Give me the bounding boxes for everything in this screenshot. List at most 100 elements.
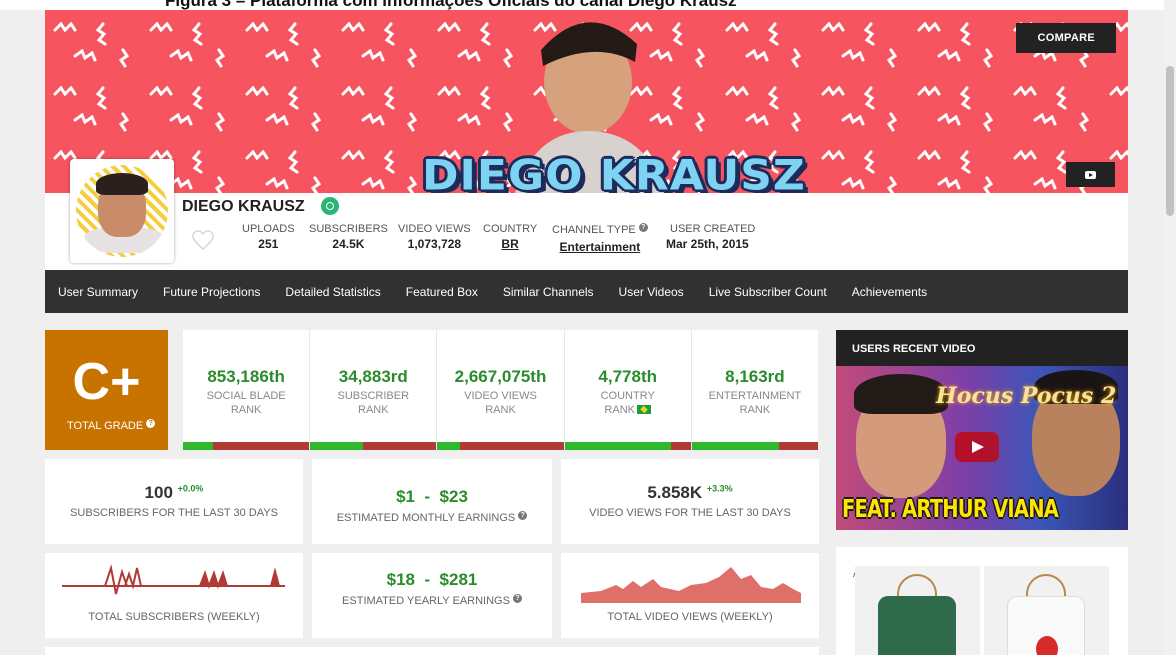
help-icon[interactable]: ? xyxy=(512,594,522,603)
rank-bar xyxy=(183,442,310,450)
stat-label: CHANNEL TYPE? xyxy=(552,223,648,236)
rank-value: 853,186th xyxy=(207,367,285,386)
play-icon[interactable] xyxy=(955,432,999,462)
recent-video-panel: USERS RECENT VIDEO Hocus Pocus 2 FEAT. A… xyxy=(836,330,1128,530)
stat-label: VIDEO VIEWS xyxy=(398,223,471,235)
grade-label: TOTAL GRADE? xyxy=(67,419,156,432)
views-30-days-card: 5.858K +3.3% VIDEO VIEWS FOR THE LAST 30… xyxy=(561,459,819,544)
rank-subscriber: 34,883rd SUBSCRIBER RANK xyxy=(310,330,438,450)
rank-label: RANK xyxy=(604,404,635,416)
subs-30-number: 100 xyxy=(144,483,173,502)
favorite-heart-icon[interactable] xyxy=(191,229,215,251)
help-icon[interactable]: ? xyxy=(638,223,648,232)
recent-video-header: USERS RECENT VIDEO xyxy=(852,343,976,355)
rank-label: RANK xyxy=(230,404,262,416)
rank-bar xyxy=(691,442,819,450)
help-icon[interactable]: ? xyxy=(146,419,156,428)
views-30-number: 5.858K xyxy=(647,483,703,502)
rank-bar xyxy=(437,442,564,450)
monthly-earnings-value: $1 - $23 xyxy=(396,487,468,506)
nav-featured-box[interactable]: Featured Box xyxy=(406,285,478,299)
rank-video-views: 2,667,075th VIDEO VIEWS RANK xyxy=(437,330,565,450)
next-section-card xyxy=(45,647,819,655)
stat-label: SUBSCRIBERS xyxy=(309,223,388,235)
rank-label: COUNTRY xyxy=(600,390,655,402)
page-caption-cutoff: Figura 3 – Plataforma com informações Of… xyxy=(0,0,1176,10)
weekly-subs-sparkline xyxy=(62,564,285,595)
nav-achievements[interactable]: Achievements xyxy=(852,285,927,299)
stat-value: 1,073,728 xyxy=(407,237,462,251)
rank-label: VIDEO VIEWS xyxy=(464,390,537,402)
avatar-image xyxy=(76,165,168,257)
channel-type-link[interactable]: Entertainment xyxy=(552,240,648,254)
rank-bar xyxy=(564,442,691,450)
ad-product-tile[interactable] xyxy=(855,566,980,655)
profile-strip: DIEGO KRAUSZ UPLOADS 251 SUBSCRIBERS 24.… xyxy=(45,159,1128,270)
rank-entertainment: 8,163rd ENTERTAINMENT RANK xyxy=(691,330,819,450)
rank-label: ENTERTAINMENT xyxy=(708,390,802,402)
rank-bar xyxy=(310,442,437,450)
youtube-icon xyxy=(1085,170,1096,179)
ad-product-tile[interactable] xyxy=(984,566,1109,655)
stat-label-text: CHANNEL TYPE xyxy=(552,224,636,236)
rank-label: SOCIAL BLADE xyxy=(206,390,286,402)
country-link[interactable]: BR xyxy=(483,237,537,251)
rank-label: RANK xyxy=(485,404,516,416)
grade-letter: C+ xyxy=(72,353,141,411)
section-nav: User Summary Future Projections Detailed… xyxy=(45,270,1128,313)
channel-banner: COMPARE DIEGO KRAUSZ xyxy=(45,10,1128,193)
nav-similar-channels[interactable]: Similar Channels xyxy=(503,285,594,299)
weekly-views-label: TOTAL VIDEO VIEWS (WEEKLY) xyxy=(607,611,773,623)
rank-label: RANK xyxy=(739,404,771,416)
views-30-value: 5.858K +3.3% xyxy=(561,483,819,503)
monthly-earnings-card: $1 - $23 ESTIMATED MONTHLY EARNINGS? xyxy=(312,459,552,544)
stat-video-views: VIDEO VIEWS 1,073,728 xyxy=(398,223,471,251)
page-caption: Figura 3 – Plataforma com informações Of… xyxy=(165,0,737,10)
scrollbar-thumb[interactable] xyxy=(1166,66,1174,216)
stat-value: 24.5K xyxy=(332,237,365,251)
weekly-views-sparkline xyxy=(581,567,801,603)
advertisement[interactable]: AD ⓘ ✕ xyxy=(836,547,1128,655)
yearly-earnings-card: $18 - $281 ESTIMATED YEARLY EARNINGS? xyxy=(312,553,552,638)
verified-icon xyxy=(321,197,339,215)
channel-name: DIEGO KRAUSZ xyxy=(182,198,305,215)
stat-user-created: USER CREATED Mar 25th, 2015 xyxy=(666,223,755,251)
stat-label: UPLOADS xyxy=(242,223,295,235)
rank-label: SUBSCRIBER xyxy=(337,390,410,402)
rank-country: 4,778th COUNTRY RANK xyxy=(564,330,692,450)
youtube-link-button[interactable] xyxy=(1066,162,1115,187)
subs-30-label: SUBSCRIBERS FOR THE LAST 30 DAYS xyxy=(70,507,278,519)
weekly-subs-chart-card[interactable]: TOTAL SUBSCRIBERS (WEEKLY) xyxy=(45,553,303,638)
page-scrollbar[interactable] xyxy=(1164,0,1176,655)
nav-detailed-statistics[interactable]: Detailed Statistics xyxy=(285,285,380,299)
nav-user-summary[interactable]: User Summary xyxy=(58,285,138,299)
compare-button[interactable]: COMPARE xyxy=(1016,23,1116,53)
subs-30-days-card: 100 +0.0% SUBSCRIBERS FOR THE LAST 30 DA… xyxy=(45,459,303,544)
views-30-change: +3.3% xyxy=(706,483,733,494)
recent-video-thumbnail[interactable]: Hocus Pocus 2 FEAT. ARTHUR VIANA xyxy=(836,366,1128,530)
yearly-earnings-label: ESTIMATED YEARLY EARNINGS? xyxy=(312,594,552,607)
rank-value: 4,778th xyxy=(598,367,657,386)
monthly-earnings-label-text: ESTIMATED MONTHLY EARNINGS xyxy=(336,512,516,524)
stat-channel-type: CHANNEL TYPE? Entertainment xyxy=(552,223,648,254)
stat-uploads: UPLOADS 251 xyxy=(242,223,295,251)
nav-future-projections[interactable]: Future Projections xyxy=(163,285,260,299)
nav-user-videos[interactable]: User Videos xyxy=(619,285,684,299)
total-grade-card: C+ TOTAL GRADE? xyxy=(45,330,168,450)
weekly-subs-label: TOTAL SUBSCRIBERS (WEEKLY) xyxy=(88,611,260,623)
stat-value: Mar 25th, 2015 xyxy=(666,237,749,251)
stat-label: COUNTRY xyxy=(483,223,538,235)
channel-avatar xyxy=(70,159,174,263)
banner-title-art: DIEGO KRAUSZ xyxy=(422,151,806,193)
rank-value: 8,163rd xyxy=(725,367,785,386)
subs-30-value: 100 +0.0% xyxy=(45,483,303,503)
views-30-label: VIDEO VIEWS FOR THE LAST 30 DAYS xyxy=(589,507,791,519)
rank-value: 2,667,075th xyxy=(454,367,547,386)
rank-social-blade: 853,186th SOCIAL BLADE RANK xyxy=(183,330,311,450)
yearly-earnings-label-text: ESTIMATED YEARLY EARNINGS xyxy=(342,595,510,607)
help-icon[interactable]: ? xyxy=(518,511,528,520)
monthly-earnings-label: ESTIMATED MONTHLY EARNINGS? xyxy=(312,511,552,524)
weekly-views-chart-card[interactable]: TOTAL VIDEO VIEWS (WEEKLY) xyxy=(561,553,819,638)
stat-value: 251 xyxy=(258,237,279,251)
nav-live-subscriber-count[interactable]: Live Subscriber Count xyxy=(709,285,827,299)
